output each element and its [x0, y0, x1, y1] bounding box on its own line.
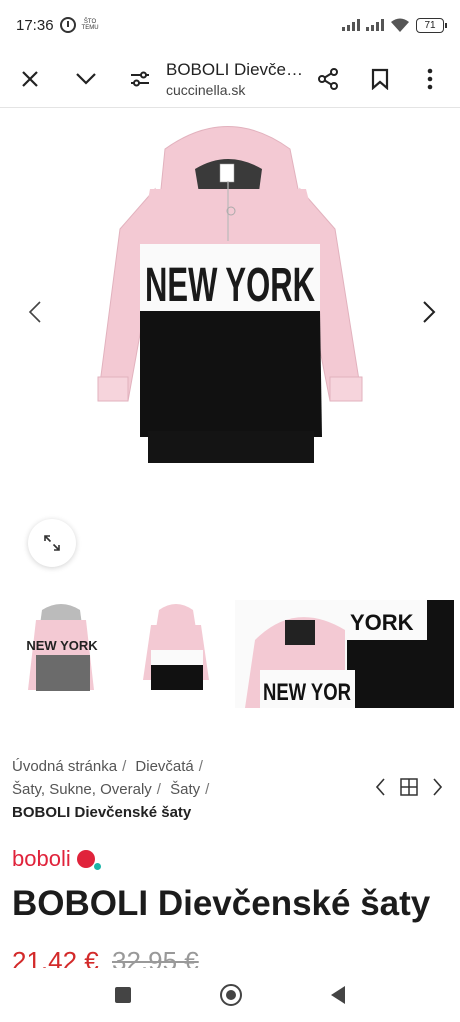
home-icon[interactable] [219, 984, 242, 1006]
status-bar: 17:36 ŠTO TEMU 71 [0, 0, 460, 50]
next-image-button[interactable] [414, 297, 444, 327]
product-nav-controls [375, 778, 443, 801]
status-time: 17:36 [16, 16, 54, 34]
zoom-button[interactable] [28, 519, 76, 567]
more-vert-icon[interactable] [414, 63, 446, 95]
product-title: BOBOLI Dievčenské šaty [12, 884, 431, 923]
thumbnail-3[interactable]: YORK NEW YOR [235, 600, 454, 708]
signal-icon [342, 19, 360, 31]
alarm-icon [59, 17, 76, 33]
breadcrumb-item-dresses-skirts[interactable]: Šaty, Sukne, Overaly [12, 781, 152, 798]
status-right-icons: 71 [342, 17, 447, 33]
breadcrumb-item-girls[interactable]: Dievčatá [135, 758, 193, 775]
url-title: BOBOLI Dievčenské šaty [166, 59, 304, 79]
product-image: NEW YORK [97, 126, 363, 463]
browser-toolbar: BOBOLI Dievčenské šaty cuccinella.sk [0, 50, 460, 108]
system-nav-bar [0, 968, 460, 1022]
next-product-icon[interactable] [432, 778, 443, 801]
breadcrumb-separator: / [122, 758, 127, 775]
close-icon[interactable] [14, 63, 46, 95]
site-settings-icon[interactable] [124, 63, 156, 95]
brand-logo[interactable]: boboli [12, 846, 101, 872]
prev-product-icon[interactable] [375, 778, 386, 801]
product-gallery[interactable]: NEW YORK [0, 109, 460, 595]
wifi-icon [391, 18, 409, 32]
brand-dot-icon [76, 850, 101, 870]
grid-icon[interactable] [400, 778, 418, 801]
thumbnail-3-print-text: NEW YOR [263, 679, 351, 706]
share-icon[interactable] [312, 63, 344, 95]
brand-name: boboli [12, 846, 71, 871]
thumbnail-3-print-text-back: YORK [350, 610, 414, 635]
thumbnail-1[interactable]: NEW YORK [6, 600, 115, 708]
chevron-down-icon[interactable] [70, 63, 102, 95]
breadcrumb-current: BOBOLI Dievčenské šaty [12, 804, 192, 821]
back-icon[interactable] [331, 986, 346, 1004]
hero-print-text: NEW YORK [145, 259, 315, 312]
recents-icon[interactable] [114, 987, 131, 1003]
bookmark-icon[interactable] [364, 63, 396, 95]
expand-icon [44, 535, 60, 551]
thumbnail-strip: NEW YORK YORK NEW YOR [0, 600, 460, 710]
thumbnail-1-print-text: NEW YORK [26, 638, 98, 653]
breadcrumb-item-dresses[interactable]: Šaty [170, 781, 200, 798]
breadcrumb-separator: / [205, 781, 210, 798]
breadcrumb-item-home[interactable]: Úvodná stránka [12, 758, 117, 775]
thumbnail-2[interactable] [121, 600, 230, 708]
status-left-icons: ŠTO TEMU [59, 17, 99, 33]
temu-notification-icon: ŠTO TEMU [81, 19, 99, 31]
breadcrumb-separator: / [198, 758, 203, 775]
battery-icon: 71 [416, 17, 447, 33]
signal-icon-2 [366, 19, 384, 31]
breadcrumb: Úvodná stránka / Dievčatá / Šaty, Sukne, O… [12, 755, 342, 824]
url-domain: cuccinella.sk [166, 81, 246, 98]
prev-image-button[interactable] [20, 297, 50, 327]
url-bar[interactable]: BOBOLI Dievčenské šaty cuccinella.sk [166, 60, 304, 98]
breadcrumb-separator: / [156, 781, 161, 798]
